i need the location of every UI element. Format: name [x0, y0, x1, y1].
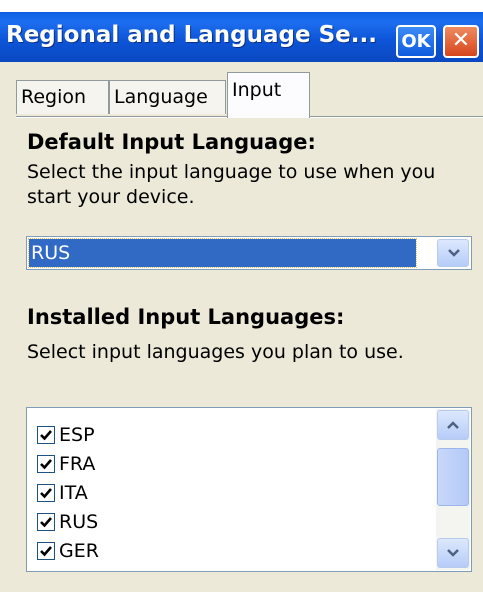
- list-item-label: ITA: [59, 482, 88, 504]
- checkbox[interactable]: [37, 484, 55, 502]
- default-input-description: Select the input language to use when yo…: [27, 161, 436, 208]
- default-input-heading: Default Input Language:: [27, 130, 316, 154]
- installed-languages-heading: Installed Input Languages:: [27, 305, 345, 329]
- list-item-label: ESP: [59, 424, 95, 446]
- tab-language[interactable]: Language: [109, 80, 226, 114]
- tab-region[interactable]: Region: [16, 80, 109, 114]
- scroll-down-button[interactable]: [437, 538, 469, 568]
- checkmark-icon: [40, 488, 52, 499]
- ok-button[interactable]: OK: [396, 25, 436, 58]
- checkmark-icon: [40, 459, 52, 470]
- default-input-dropdown[interactable]: RUS: [26, 236, 472, 270]
- installed-languages-description: Select input languages you plan to use.: [27, 341, 404, 363]
- checkmark-icon: [40, 517, 52, 528]
- checkbox[interactable]: [37, 542, 55, 560]
- close-button[interactable]: ✕: [443, 25, 479, 58]
- list-item-label: RUS: [59, 511, 99, 533]
- dropdown-button[interactable]: [437, 239, 469, 267]
- checkmark-icon: [40, 546, 52, 557]
- default-input-selected-value[interactable]: RUS: [28, 238, 417, 268]
- installed-languages-list[interactable]: ESP FRA ITA RUS GER: [26, 407, 472, 572]
- chevron-up-icon: [447, 421, 459, 429]
- list-item-label: GER: [59, 540, 99, 562]
- vertical-scrollbar[interactable]: [436, 409, 470, 570]
- scroll-up-button[interactable]: [437, 410, 469, 440]
- tab-input[interactable]: Input: [227, 72, 310, 118]
- scrollbar-thumb[interactable]: [437, 448, 469, 506]
- list-item-label: FRA: [59, 453, 96, 475]
- underlying-window-strip: [0, 0, 483, 12]
- checkmark-icon: [40, 430, 52, 441]
- title-bar: Regional and Language Se... OK ✕: [0, 12, 483, 62]
- chevron-down-icon: [447, 549, 459, 557]
- checkbox[interactable]: [37, 426, 55, 444]
- chevron-down-icon: [448, 249, 460, 257]
- checkbox[interactable]: [37, 455, 55, 473]
- window-title: Regional and Language Se...: [6, 22, 377, 48]
- checkbox[interactable]: [37, 513, 55, 531]
